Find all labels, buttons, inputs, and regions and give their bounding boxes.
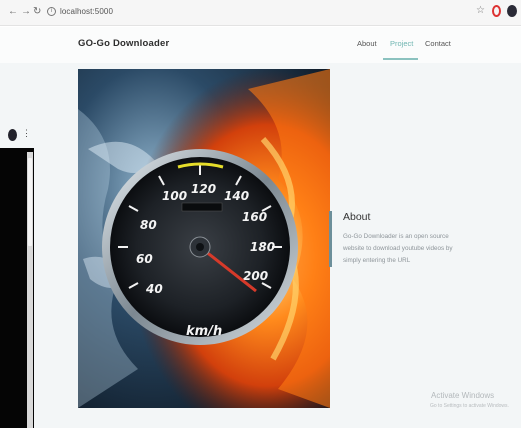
dial-mark-40: 40 [145,282,163,296]
dial-mark-200: 200 [243,269,268,283]
dial-mark-100: 100 [162,189,187,203]
forward-icon[interactable]: → [21,6,31,18]
page-body: GO-Go Downloader About Project Contact 1… [0,27,521,428]
dial-mark-180: 180 [250,240,275,254]
dial-mark-160: 160 [242,210,267,224]
browser-toolbar: ← → ↻ i localhost:5000 ☆ [0,0,521,26]
hero-image-speedometer: 120 140 160 180 200 100 80 60 40 km/h [78,69,330,408]
site-info-icon[interactable]: i [47,7,56,16]
address-bar[interactable]: localhost:5000 [60,7,113,16]
about-heading: About [343,211,371,223]
nav-project-link[interactable]: Project [390,39,413,48]
opera-o-icon[interactable] [492,5,501,17]
dial-mark-120: 120 [191,182,216,196]
more-menu-icon[interactable]: ⋮ [22,128,31,139]
profile-avatar-icon[interactable] [507,5,517,17]
active-nav-indicator [383,58,418,60]
activate-windows-title: Activate Windows [431,391,495,400]
side-profile-icon[interactable] [8,129,17,141]
about-accent-bar [329,211,332,267]
side-scrollbar-thumb[interactable] [28,158,32,246]
about-description: Go-Go Downloader is an open source websi… [343,233,453,264]
star-icon[interactable]: ☆ [476,5,485,16]
nav-contact-link[interactable]: Contact [425,39,451,48]
dial-mark-140: 140 [224,189,249,203]
site-header: GO-Go Downloader About Project Contact [0,27,521,63]
reload-icon[interactable]: ↻ [33,6,41,18]
nav-about-link[interactable]: About [357,39,377,48]
activate-windows-subtitle: Go to Settings to activate Windows. [430,403,509,409]
brand-logo[interactable]: GO-Go Downloader [78,38,169,49]
dial-mark-80: 80 [140,218,157,232]
dial-unit-label: km/h [186,324,222,339]
back-icon[interactable]: ← [8,6,18,18]
dial-mark-60: 60 [136,252,153,266]
